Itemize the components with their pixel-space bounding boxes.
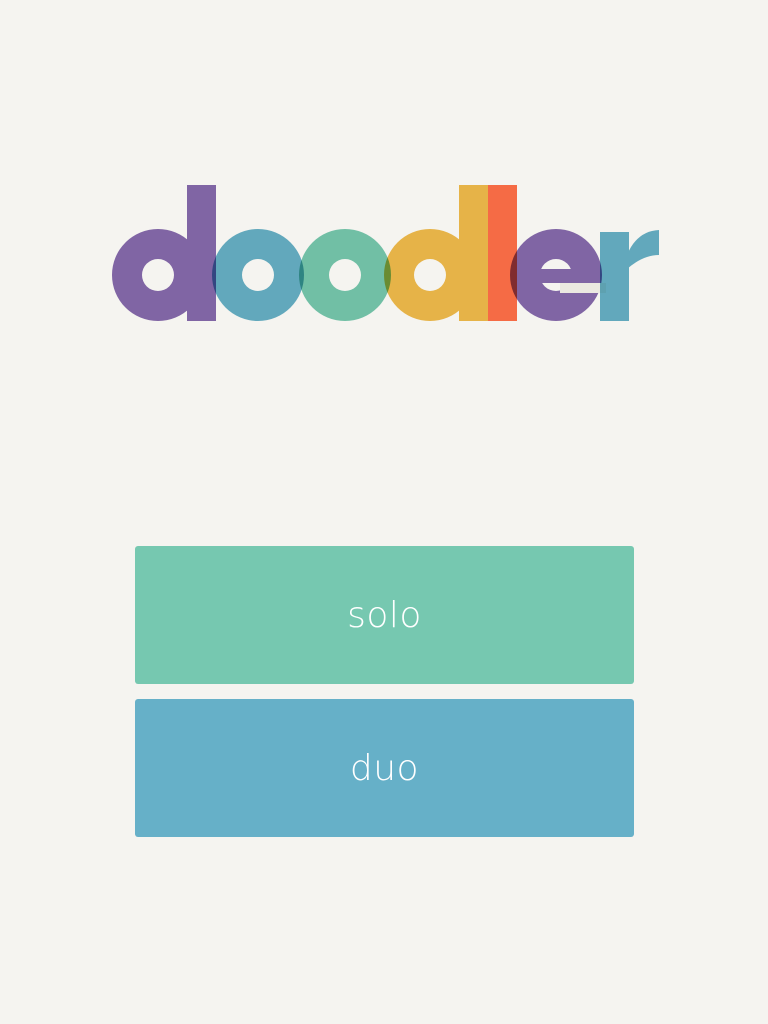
logo-letter-o-2 [299,229,391,321]
solo-button[interactable]: solo [135,546,634,684]
duo-button-label: duo [349,747,420,789]
doodler-logo: doodler [111,185,659,322]
logo-letter-l-4 [488,185,517,321]
logo-e-gap [560,283,606,293]
logo-letter-e-5 [510,229,606,321]
logo-letter-r-6 [600,230,659,321]
logo-letter-d-3 [384,185,488,321]
logo-letter-o-1 [212,229,304,321]
solo-button-label: solo [347,594,422,636]
duo-button[interactable]: duo [135,699,634,837]
logo-letter-d-0 [111,185,216,322]
